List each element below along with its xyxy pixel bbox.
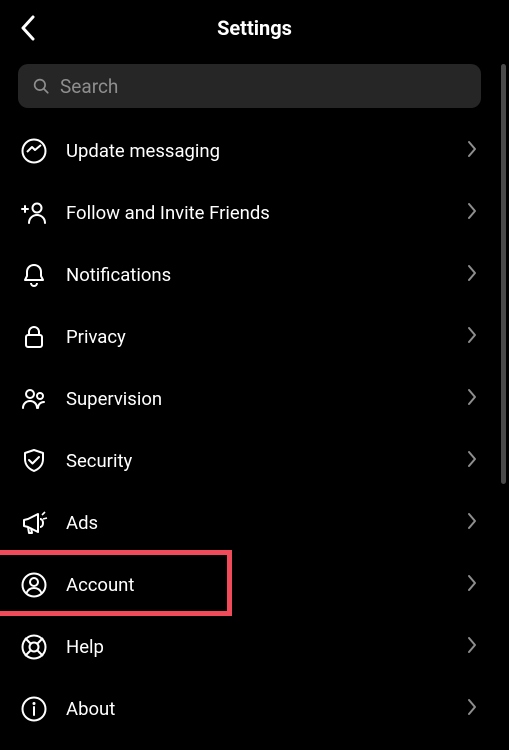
settings-list: Update messaging Follow and Invite Friend… <box>0 120 499 740</box>
search-icon <box>32 77 50 95</box>
search-placeholder: Search <box>60 75 118 98</box>
chevron-right-icon <box>467 264 477 286</box>
people-icon <box>20 385 48 413</box>
settings-item-notifications[interactable]: Notifications <box>0 244 499 306</box>
megaphone-icon <box>20 509 48 537</box>
chevron-right-icon <box>467 698 477 720</box>
settings-item-supervision[interactable]: Supervision <box>0 368 499 430</box>
shield-check-icon <box>20 447 48 475</box>
scrollbar[interactable] <box>501 64 506 484</box>
settings-item-label: Account <box>66 574 467 596</box>
chevron-right-icon <box>467 388 477 410</box>
person-plus-icon <box>20 199 48 227</box>
settings-item-label: Update messaging <box>66 140 467 162</box>
settings-item-help[interactable]: Help <box>0 616 499 678</box>
chevron-right-icon <box>467 450 477 472</box>
settings-item-label: Ads <box>66 512 467 534</box>
chevron-right-icon <box>467 636 477 658</box>
settings-item-account[interactable]: Account <box>0 554 499 616</box>
settings-item-security[interactable]: Security <box>0 430 499 492</box>
settings-item-privacy[interactable]: Privacy <box>0 306 499 368</box>
settings-item-label: Help <box>66 636 467 658</box>
settings-item-label: Privacy <box>66 326 467 348</box>
settings-item-label: Follow and Invite Friends <box>66 202 467 224</box>
info-icon <box>20 695 48 723</box>
chevron-right-icon <box>467 574 477 596</box>
settings-item-label: About <box>66 698 467 720</box>
bell-icon <box>20 261 48 289</box>
settings-item-update-messaging[interactable]: Update messaging <box>0 120 499 182</box>
chevron-right-icon <box>467 512 477 534</box>
back-button[interactable] <box>10 10 46 46</box>
content-scroll: Search Update messaging Follow and Invite… <box>0 56 499 750</box>
header: Settings <box>0 0 509 56</box>
settings-item-ads[interactable]: Ads <box>0 492 499 554</box>
settings-item-label: Notifications <box>66 264 467 286</box>
settings-item-about[interactable]: About <box>0 678 499 740</box>
page-title: Settings <box>217 16 292 40</box>
chevron-right-icon <box>467 326 477 348</box>
user-circle-icon <box>20 571 48 599</box>
settings-item-follow-invite[interactable]: Follow and Invite Friends <box>0 182 499 244</box>
chevron-left-icon <box>20 15 36 41</box>
chevron-right-icon <box>467 202 477 224</box>
chevron-right-icon <box>467 140 477 162</box>
settings-item-label: Supervision <box>66 388 467 410</box>
lock-icon <box>20 323 48 351</box>
messenger-icon <box>20 137 48 165</box>
settings-item-label: Security <box>66 450 467 472</box>
search-input[interactable]: Search <box>18 64 481 108</box>
lifebuoy-icon <box>20 633 48 661</box>
settings-screen: Settings Search Update messaging Follow a… <box>0 0 509 750</box>
